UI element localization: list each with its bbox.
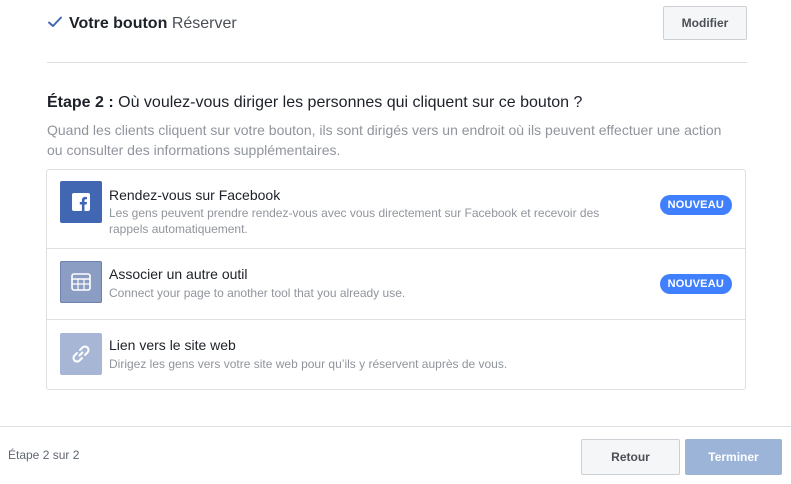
step2-heading: Étape 2 : Où voulez-vous diriger les per… [47, 94, 582, 112]
step2-heading-text: Où voulez-vous diriger les personnes qui… [118, 94, 583, 111]
option-connect-tool[interactable]: Associer un autre outil Connect your pag… [47, 249, 745, 320]
option-title: Rendez-vous sur Facebook [109, 187, 281, 203]
step1-title: Votre bouton Réserver [69, 15, 237, 33]
back-button[interactable]: Retour [581, 439, 680, 475]
modify-button[interactable]: Modifier [663, 6, 747, 40]
link-icon [60, 333, 102, 375]
checkmark-icon [48, 16, 62, 27]
calendar-grid-icon [60, 261, 102, 303]
destination-options-list: Rendez-vous sur Facebook Les gens peuven… [46, 169, 746, 390]
option-website-link[interactable]: Lien vers le site web Dirigez les gens v… [47, 320, 745, 389]
step2-description: Quand les clients cliquent sur votre bou… [47, 122, 722, 158]
facebook-icon [60, 181, 102, 223]
step1-title-bold: Votre bouton [69, 15, 168, 32]
footer-divider [0, 426, 791, 427]
finish-button[interactable]: Terminer [685, 439, 782, 475]
new-badge: NOUVEAU [659, 195, 732, 215]
step2-heading-bold: Étape 2 : [47, 94, 114, 111]
option-facebook-appointments[interactable]: Rendez-vous sur Facebook Les gens peuven… [47, 170, 745, 249]
new-badge: NOUVEAU [659, 274, 732, 294]
step1-title-value: Réserver [171, 15, 237, 32]
option-description: Dirigez les gens vers votre site web pou… [109, 357, 508, 371]
option-title: Lien vers le site web [109, 337, 236, 353]
option-title: Associer un autre outil [109, 266, 248, 282]
step-counter: Étape 2 sur 2 [8, 448, 80, 462]
step1-summary: Votre bouton Réserver Modifier [47, 0, 747, 63]
option-description: Connect your page to another tool that y… [109, 286, 406, 300]
option-description: Les gens peuvent prendre rendez-vous ave… [109, 206, 600, 236]
